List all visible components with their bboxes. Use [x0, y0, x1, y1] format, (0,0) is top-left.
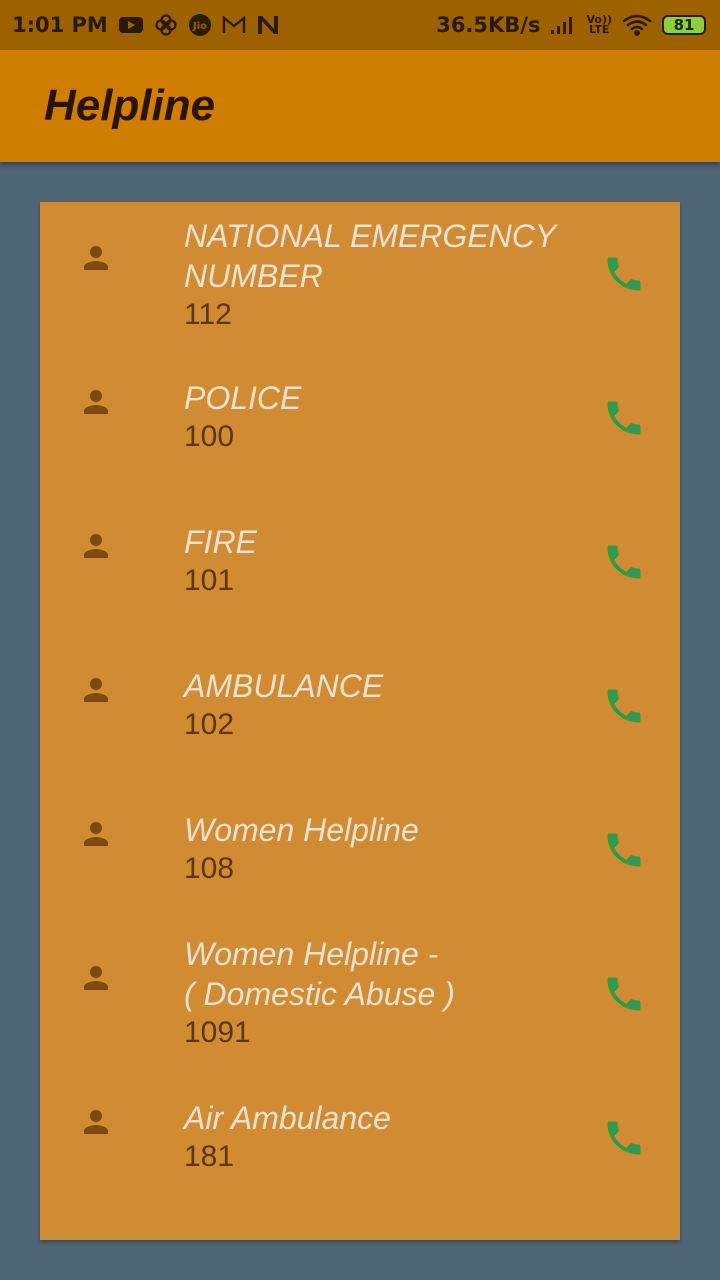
- list-item-texts: Women Helpline - ( Domestic Abuse ) 1091: [184, 934, 584, 1052]
- volte-indicator: Vo)) LTE: [586, 14, 612, 36]
- page-title: Helpline: [44, 81, 216, 130]
- person-icon: [84, 246, 108, 270]
- helpline-number: 100: [184, 420, 235, 453]
- helpline-number: 181: [184, 1140, 235, 1173]
- list-item-texts: Air Ambulance 181: [184, 1098, 584, 1176]
- phone-icon[interactable]: [602, 1116, 646, 1160]
- person-icon: [84, 390, 108, 414]
- status-bar-left: 1:01 PM Jio: [12, 13, 280, 37]
- phone-icon[interactable]: [602, 828, 646, 872]
- battery-indicator: 81: [662, 15, 706, 35]
- helpline-name: Air Ambulance: [184, 1100, 391, 1136]
- list-item-texts: Women Helpline 108: [184, 810, 584, 888]
- person-icon: [84, 966, 108, 990]
- phone-icon[interactable]: [602, 252, 646, 296]
- phone-icon[interactable]: [602, 972, 646, 1016]
- helpline-number: 1091: [184, 1016, 251, 1049]
- helpline-number: 108: [184, 852, 235, 885]
- list-item[interactable]: FIRE 101: [40, 490, 680, 630]
- gmail-icon: [222, 15, 246, 35]
- helpline-number: 101: [184, 564, 235, 597]
- list-item-texts: NATIONAL EMERGENCY NUMBER 112: [184, 216, 584, 334]
- helpline-name: Women Helpline: [184, 812, 419, 848]
- n-app-icon: [256, 14, 280, 36]
- list-item[interactable]: AMBULANCE 102: [40, 634, 680, 774]
- status-bar: 1:01 PM Jio 36.5KB/s Vo)) LTE 81: [0, 0, 720, 50]
- helpline-list: NATIONAL EMERGENCY NUMBER 112 POLICE 100…: [40, 202, 680, 1240]
- helpline-number: 102: [184, 708, 235, 741]
- network-speed: 36.5KB/s: [436, 13, 541, 37]
- helpline-name: AMBULANCE: [184, 668, 384, 704]
- person-icon: [84, 534, 108, 558]
- phone-icon[interactable]: [602, 396, 646, 440]
- helpline-name: NATIONAL EMERGENCY NUMBER: [184, 218, 557, 294]
- helpline-name: FIRE: [184, 524, 257, 560]
- clock: 1:01 PM: [12, 13, 108, 37]
- jio-icon: Jio: [188, 13, 212, 37]
- list-item-texts: FIRE 101: [184, 522, 584, 600]
- person-icon: [84, 1110, 108, 1134]
- helpline-name: Women Helpline - ( Domestic Abuse ): [184, 936, 455, 1012]
- list-item[interactable]: NATIONAL EMERGENCY NUMBER 112: [40, 202, 680, 342]
- person-icon: [84, 822, 108, 846]
- phone-icon[interactable]: [602, 540, 646, 584]
- list-item[interactable]: Women Helpline 108: [40, 778, 680, 918]
- wifi-icon: [622, 14, 652, 36]
- list-item-texts: POLICE 100: [184, 378, 584, 456]
- volte-bottom: LTE: [589, 23, 610, 36]
- app-bar: Helpline: [0, 50, 720, 162]
- list-item[interactable]: Air Ambulance 181: [40, 1066, 680, 1206]
- pinwheel-icon: [154, 13, 178, 37]
- status-bar-right: 36.5KB/s Vo)) LTE 81: [436, 13, 706, 37]
- person-icon: [84, 678, 108, 702]
- list-item[interactable]: POLICE 100: [40, 346, 680, 486]
- youtube-icon: [118, 15, 144, 35]
- helpline-number: 112: [184, 298, 232, 331]
- helpline-name: POLICE: [184, 380, 302, 416]
- signal-icon: [550, 15, 576, 35]
- phone-icon[interactable]: [602, 684, 646, 728]
- list-item-texts: AMBULANCE 102: [184, 666, 584, 744]
- list-item[interactable]: Women Helpline - ( Domestic Abuse ) 1091: [40, 922, 680, 1062]
- svg-text:Jio: Jio: [192, 21, 207, 32]
